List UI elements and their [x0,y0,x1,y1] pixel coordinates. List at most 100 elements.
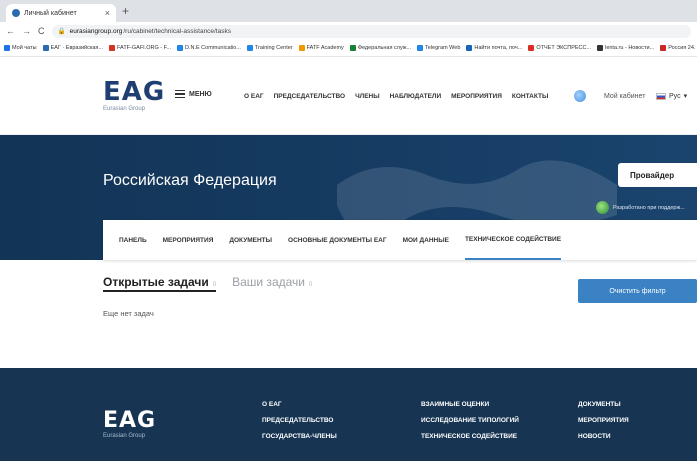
hamburger-icon [175,90,185,98]
bookmark-favicon-icon [660,45,667,51]
bookmark-label: D.N.E Communicatio... [184,45,241,51]
address-input[interactable]: 🔒 eurasiangroup.org /ru/cabinet/technica… [51,24,691,38]
url-domain: eurasiangroup.org [69,27,123,35]
country-title: Российская Федерация [103,172,277,189]
language-label: Рус [669,92,681,100]
bookmark-item[interactable]: ОТЧЕТ ЭКСПРЕСС... [528,45,591,51]
bookmark-label: lenta.ru - Новости... [605,45,655,51]
browser-tab-title: Личный кабинет [24,9,77,17]
nav-item-about[interactable]: О ЕАГ [244,93,264,100]
favicon-icon [12,9,20,17]
forward-icon[interactable]: → [22,26,31,36]
your-tasks-tab[interactable]: Ваши задачи 0 [232,275,312,289]
bookmark-label: Найти почта, поч... [474,45,523,51]
empty-tasks-message: Еще нет задач [103,309,154,318]
chevron-down-icon: ▾ [683,93,688,100]
bookmark-label: ОТЧЕТ ЭКСПРЕСС... [536,45,592,51]
footer-link[interactable]: НОВОСТИ [578,433,629,440]
bookmark-item[interactable]: D.N.E Communicatio... [176,45,241,51]
bookmark-label: Россия 24. Пря... [668,45,697,51]
bookmark-item[interactable]: ЕАГ · Евразийская... [42,45,103,51]
footer-link[interactable]: ВЗАИМНЫЕ ОЦЕНКИ [421,401,519,408]
bookmark-label: Training Center [254,45,293,51]
your-tasks-count: 0 [308,282,313,288]
nav-item-observers[interactable]: НАБЛЮДАТЕЛИ [390,93,442,100]
nav-item-events[interactable]: МЕРОПРИЯТИЯ [451,93,502,100]
back-icon[interactable]: ← [6,26,15,36]
your-tasks-label: Ваши задачи [232,275,305,289]
footer-column-1: О ЕАГ ПРЕДСЕДАТЕЛЬСТВО ГОСУДАРСТВА-ЧЛЕНЫ [262,401,337,440]
bookmark-favicon-icon [349,45,356,51]
my-cabinet-link[interactable]: Мой кабинет [604,93,645,100]
globe-icon[interactable] [574,90,586,102]
new-tab-button[interactable]: + [122,5,129,17]
bookmark-item[interactable]: Федеральная служ... [349,45,412,51]
bookmark-favicon-icon [528,45,535,51]
nav-item-chairmanship[interactable]: ПРЕДСЕДАТЕЛЬСТВО [274,93,345,100]
bookmark-label: Мой чаты [12,45,37,51]
footer-link[interactable]: МЕРОПРИЯТИЯ [578,417,629,424]
nav-item-contacts[interactable]: КОНТАКТЫ [512,93,548,100]
provider-button[interactable]: Провайдер [618,163,697,187]
tab-events[interactable]: МЕРОПРИЯТИЯ [163,220,214,260]
footer-link[interactable]: ПРЕДСЕДАТЕЛЬСТВО [262,417,337,424]
footer-column-2: ВЗАИМНЫЕ ОЦЕНКИ ИССЛЕДОВАНИЕ ТИПОЛОГИЙ Т… [421,401,519,440]
bookmark-item[interactable]: FATF Academy [298,45,344,51]
bookmark-item[interactable]: Россия 24. Пря... [660,45,697,51]
bookmark-favicon-icon [246,45,253,51]
browser-tab[interactable]: Личный кабинет × [6,4,116,22]
browser-tabstrip: Личный кабинет × + [0,0,697,22]
bookmark-label: Telegram Web [425,45,461,51]
footer-logo[interactable]: EAG Eurasian Group [103,410,156,440]
bookmark-item[interactable]: Telegram Web [417,45,460,51]
bookmark-item[interactable]: Найти почта, поч... [466,45,522,51]
bookmark-item[interactable]: FATF-GAFI.ORG - F... [109,45,171,51]
footer-link[interactable]: ТЕХНИЧЕСКОЕ СОДЕЙСТВИЕ [421,433,519,440]
bookmark-favicon-icon [176,45,183,51]
address-bar-row: ← → C 🔒 eurasiangroup.org /ru/cabinet/te… [0,22,697,40]
bookmark-label: FATF-GAFI.ORG - F... [117,45,171,51]
lock-icon: 🔒 [57,28,66,35]
site-logo[interactable]: EAG Eurasian Group [103,79,165,112]
tab-panel[interactable]: ПАНЕЛЬ [119,220,147,260]
bookmark-label: Федеральная служ... [357,45,412,51]
language-selector[interactable]: Рус ▾ [656,92,687,100]
site-header: EAG Eurasian Group МЕНЮ О ЕАГ ПРЕДСЕДАТЕ… [0,57,697,135]
url-path: /ru/cabinet/technical-assistance/tasks [123,27,232,35]
tab-documents[interactable]: ДОКУМЕНТЫ [229,220,272,260]
bookmark-favicon-icon [597,45,604,51]
bookmark-favicon-icon [417,45,424,51]
tab-technical-assistance[interactable]: ТЕХНИЧЕСКОЕ СОДЕЙСТВИЕ [464,220,562,260]
menu-label: МЕНЮ [189,90,212,98]
menu-button[interactable]: МЕНЮ [175,90,212,98]
clear-filter-button[interactable]: Очистить фильтр [578,279,697,303]
open-tasks-label: Открытые задачи [103,275,209,289]
bookmark-label: FATF Academy [306,45,344,51]
footer-link[interactable]: ИССЛЕДОВАНИЕ ТИПОЛОГИЙ [421,417,519,424]
bookmark-favicon-icon [4,45,10,51]
task-subtabs: Открытые задачи 0 Ваши задачи 0 [103,275,312,292]
bookmark-item[interactable]: Мой чаты [4,45,37,51]
close-tab-icon[interactable]: × [105,8,110,18]
footer-link[interactable]: О ЕАГ [262,401,337,408]
footer-link[interactable]: ДОКУМЕНТЫ [578,401,629,408]
russian-flag-icon [656,92,666,100]
bookmark-item[interactable]: lenta.ru - Новости... [597,45,654,51]
reload-icon[interactable]: C [38,26,45,36]
bookmarks-bar: Мой чаты ЕАГ · Евразийская... FATF-GAFI.OR… [0,40,697,57]
nav-item-members[interactable]: ЧЛЕНЫ [355,93,380,100]
logo-mark: EAG [103,77,166,107]
cabinet-tabs: ПАНЕЛЬ МЕРОПРИЯТИЯ ДОКУМЕНТЫ ОСНОВНЫЕ ДО… [103,220,697,260]
bookmark-favicon-icon [109,45,115,51]
partner-logo-icon [596,201,609,214]
tab-my-data[interactable]: МОИ ДАННЫЕ [403,220,449,260]
developed-with-support-text: Разработано при поддерж... [613,204,685,211]
main-nav: О ЕАГ ПРЕДСЕДАТЕЛЬСТВО ЧЛЕНЫ НАБЛЮДАТЕЛИ… [244,93,548,100]
bookmark-favicon-icon [298,45,305,51]
open-tasks-tab[interactable]: Открытые задачи 0 [103,275,217,292]
bookmark-item[interactable]: Training Center [246,45,293,51]
footer-link[interactable]: ГОСУДАРСТВА-ЧЛЕНЫ [262,433,337,440]
tab-main-documents[interactable]: ОСНОВНЫЕ ДОКУМЕНТЫ ЕАГ [288,220,387,260]
footer-logo-subtitle: Eurasian Group [103,433,146,439]
developed-with-support: Разработано при поддерж... [596,201,685,214]
